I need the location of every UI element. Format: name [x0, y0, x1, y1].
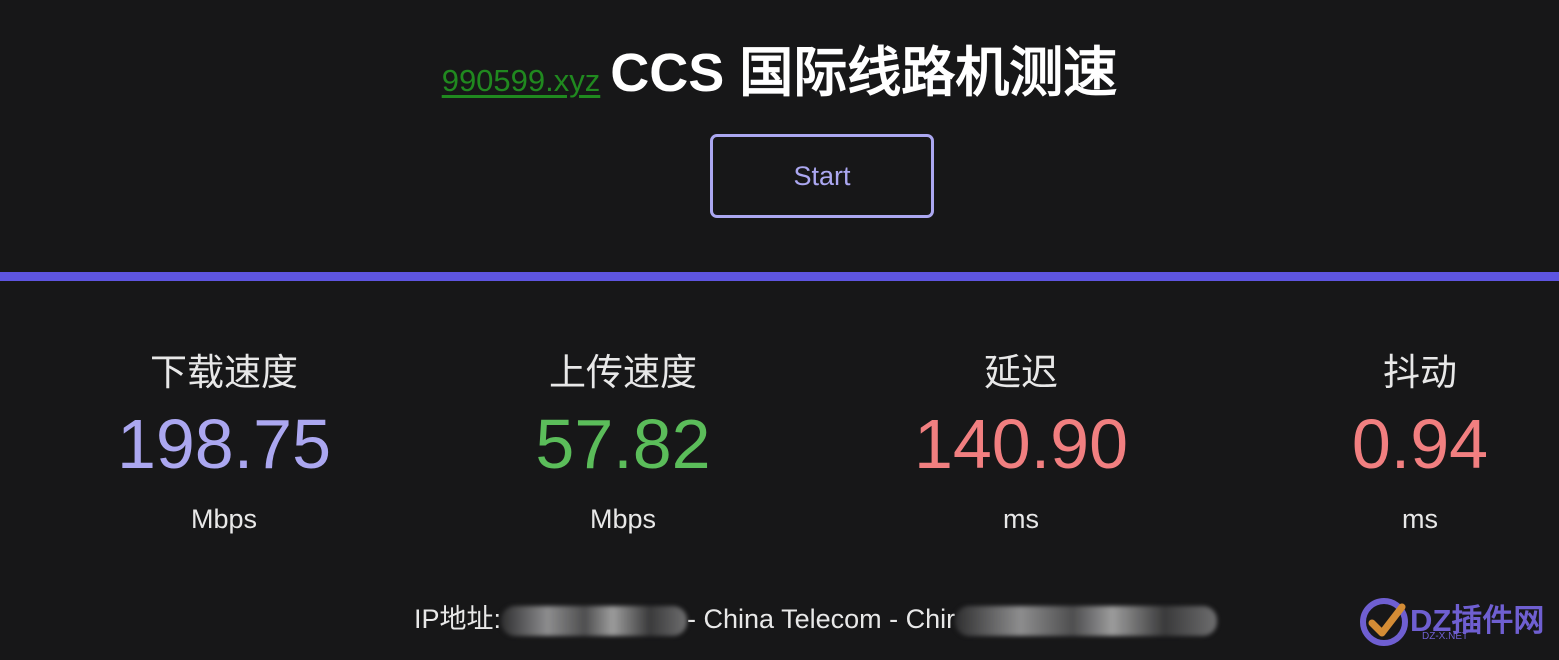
ip-label: IP地址:: [414, 604, 502, 634]
metric-unit: Mbps: [589, 504, 657, 534]
start-button[interactable]: Start: [710, 134, 934, 218]
metric-jitter: 抖动 0.94 ms: [1270, 348, 1559, 537]
metric-unit: Mbps: [190, 504, 258, 534]
metric-unit: ms: [1402, 504, 1438, 534]
isp-text: - China Telecom - Chir: [687, 604, 956, 634]
metric-value: 57.82: [535, 405, 711, 483]
site-link[interactable]: 990599.xyz: [442, 63, 601, 98]
watermark: DZ插件网 DZ-X.NET: [1358, 593, 1558, 653]
ip-info: IP地址: - China Telecom - Chir: [414, 600, 1218, 638]
metric-label: 上传速度: [549, 352, 697, 393]
metric-value: 0.94: [1351, 405, 1489, 483]
page-title: CCS 国际线路机测速: [610, 43, 1118, 103]
metric-unit: ms: [1003, 504, 1039, 534]
metric-label: 抖动: [1383, 352, 1457, 393]
metric-upload: 上传速度 57.82 Mbps: [473, 348, 773, 537]
redacted-location: [955, 605, 1218, 636]
metric-value: 140.90: [913, 405, 1129, 483]
metric-label: 下载速度: [150, 352, 298, 393]
divider: [0, 272, 1559, 281]
header: 990599.xyz CCS 国际线路机测速: [0, 28, 1559, 107]
metric-latency: 延迟 140.90 ms: [871, 348, 1171, 537]
metric-value: 198.75: [116, 405, 332, 483]
watermark-subtext: DZ-X.NET: [1422, 631, 1469, 642]
metric-label: 延迟: [984, 352, 1058, 393]
metric-download: 下载速度 198.75 Mbps: [74, 348, 374, 537]
check-logo-icon: [1360, 598, 1408, 646]
redacted-ip: [501, 605, 688, 636]
